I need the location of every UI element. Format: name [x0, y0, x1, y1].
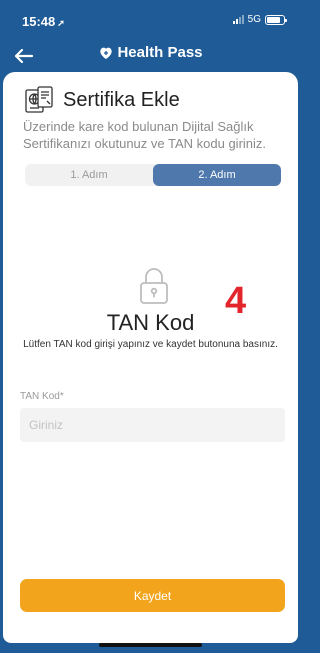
title-row: Sertifika Ekle [23, 84, 180, 116]
network-type: 5G [247, 14, 261, 25]
lock-icon [140, 268, 168, 304]
home-indicator [99, 643, 202, 647]
status-indicators: 5G [232, 14, 287, 25]
status-bar: 15:48 ➚ 5G [0, 0, 301, 40]
status-time: 15:48 ➚ [22, 14, 65, 29]
step-2-tab[interactable]: 2. Adım [153, 164, 281, 186]
tan-title: TAN Kod [106, 310, 195, 335]
battery-icon [265, 14, 287, 25]
step-tabs: 1. Adım 2. Adım [25, 164, 281, 186]
tan-instruction: Lütfen TAN kod girişi yapınız ve kaydet … [23, 339, 278, 350]
step-1-tab[interactable]: 1. Adım [25, 164, 153, 186]
location-arrow-icon: ➚ [57, 18, 65, 28]
tan-field-label: TAN Kod* [20, 391, 64, 402]
status-time-text: 15:48 [22, 14, 56, 29]
app-header: Health Pass [0, 40, 301, 74]
save-button[interactable]: Kaydet [20, 579, 285, 612]
page-title: Sertifika Ekle [63, 88, 180, 111]
certificate-passport-icon [25, 86, 53, 113]
heart-logo-icon [100, 47, 113, 59]
page-description: Üzerinde kare kod bulunan Dijital Sağlık… [23, 119, 267, 151]
logo-text: Health Pass [117, 44, 203, 61]
main-card: Sertifika Ekle Üzerinde kare kod bulunan… [3, 72, 298, 643]
app-logo: Health Pass [0, 44, 301, 61]
signal-icon [232, 15, 244, 24]
tan-input[interactable] [20, 408, 285, 442]
